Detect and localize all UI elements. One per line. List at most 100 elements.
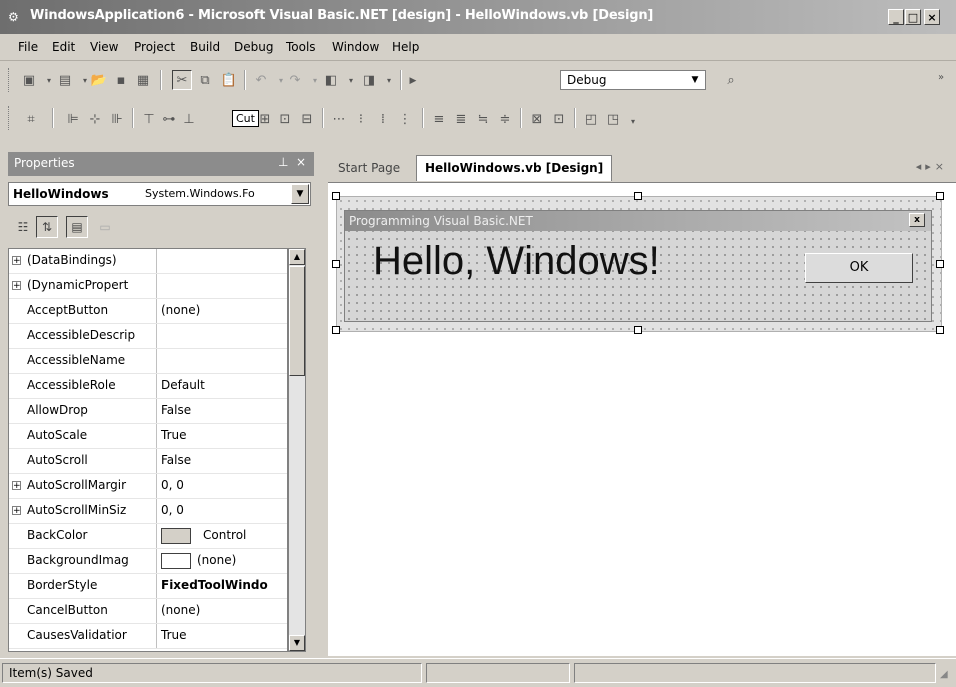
resize-handle[interactable]: [634, 326, 642, 334]
bring-to-front-icon[interactable]: ◰: [582, 110, 600, 128]
vertical-spacing-icon[interactable]: ≡: [430, 110, 448, 128]
form-close-button[interactable]: x: [909, 213, 925, 227]
menu-edit[interactable]: Edit: [52, 40, 75, 54]
resize-handle[interactable]: [936, 260, 944, 268]
properties-icon[interactable]: ▤: [66, 216, 88, 238]
property-value-cell[interactable]: (none): [156, 299, 287, 324]
save-all-icon[interactable]: ▦: [134, 71, 152, 89]
alphabetical-icon[interactable]: ⇅: [36, 216, 58, 238]
make-horizontal-spacing-equal-icon[interactable]: ⋯: [330, 110, 348, 128]
resize-handle[interactable]: [332, 260, 340, 268]
ok-button[interactable]: OK: [805, 253, 913, 283]
property-grid-scrollbar[interactable]: ▲ ▼: [288, 248, 306, 652]
send-to-back-icon[interactable]: ◳: [604, 110, 622, 128]
property-row[interactable]: AutoScroll False: [9, 449, 287, 474]
property-value-cell[interactable]: Default: [156, 374, 287, 399]
align-to-grid-icon[interactable]: ⌗: [22, 110, 40, 128]
property-value-cell[interactable]: True: [156, 624, 287, 649]
property-value-cell[interactable]: False: [156, 399, 287, 424]
minimize-button[interactable]: _: [888, 9, 904, 25]
property-value-cell[interactable]: False: [156, 449, 287, 474]
center-vertically-icon[interactable]: ⊡: [550, 110, 568, 128]
property-row[interactable]: AccessibleRole Default: [9, 374, 287, 399]
align-lefts-icon[interactable]: ⊫: [64, 110, 82, 128]
dropdown-arrow-icon[interactable]: ▾: [342, 71, 360, 89]
property-row[interactable]: AutoScale True: [9, 424, 287, 449]
property-value-cell[interactable]: 0, 0: [156, 499, 287, 524]
object-selector[interactable]: HelloWindows System.Windows.Fo ▼: [8, 182, 311, 206]
categorized-icon[interactable]: ☷: [12, 216, 34, 238]
expand-icon[interactable]: +: [12, 281, 21, 291]
property-value-cell[interactable]: FixedToolWindo: [156, 574, 287, 599]
decrease-horizontal-spacing-icon[interactable]: ⁞: [374, 110, 392, 128]
tab-navigation-icons[interactable]: ◂▸×: [916, 160, 948, 173]
menu-view[interactable]: View: [90, 40, 118, 54]
property-row[interactable]: BackgroundImag (none): [9, 549, 287, 574]
align-bottoms-icon[interactable]: ⊥: [180, 110, 198, 128]
property-value-cell[interactable]: 0, 0: [156, 474, 287, 499]
pin-icon[interactable]: ⊥: [278, 155, 288, 169]
property-row[interactable]: + AutoScrollMinSiz 0, 0: [9, 499, 287, 524]
increase-horizontal-spacing-icon[interactable]: ⁝: [352, 110, 370, 128]
property-value-cell[interactable]: [156, 249, 287, 274]
toolbar-grip[interactable]: [8, 106, 12, 130]
close-button[interactable]: ×: [924, 9, 940, 25]
align-centers-icon[interactable]: ⊹: [86, 110, 104, 128]
expand-icon[interactable]: +: [12, 256, 21, 266]
property-value-cell[interactable]: (none): [156, 599, 287, 624]
toolbar-overflow-icon[interactable]: »: [932, 68, 950, 86]
scroll-thumb[interactable]: [289, 266, 305, 376]
horizontal-spacing-icon[interactable]: ⊟: [298, 110, 316, 128]
expand-icon[interactable]: +: [12, 506, 21, 516]
open-file-icon[interactable]: 📂: [90, 71, 108, 89]
add-item-icon[interactable]: ▤: [56, 71, 74, 89]
property-row[interactable]: AccessibleDescrip: [9, 324, 287, 349]
decrease-vertical-spacing-icon[interactable]: ≒: [474, 110, 492, 128]
align-rights-icon[interactable]: ⊪: [108, 110, 126, 128]
solution-config-select[interactable]: Debug ▼: [560, 70, 706, 90]
chevron-down-icon[interactable]: ▼: [687, 72, 703, 88]
property-value-cell[interactable]: [156, 349, 287, 374]
increase-vertical-spacing-icon[interactable]: ≣: [452, 110, 470, 128]
size-to-grid-icon[interactable]: ⊡: [276, 110, 294, 128]
property-row[interactable]: CausesValidatior True: [9, 624, 287, 649]
menu-project[interactable]: Project: [134, 40, 175, 54]
property-row[interactable]: AccessibleName: [9, 349, 287, 374]
resize-handle[interactable]: [634, 192, 642, 200]
scroll-up-icon[interactable]: ▲: [289, 249, 305, 265]
navigate-backward-icon[interactable]: ◧: [322, 71, 340, 89]
property-row[interactable]: AllowDrop False: [9, 399, 287, 424]
events-icon[interactable]: ▭: [94, 216, 116, 238]
menu-help[interactable]: Help: [392, 40, 419, 54]
scroll-down-icon[interactable]: ▼: [289, 635, 305, 651]
start-icon[interactable]: ▶: [404, 72, 422, 90]
menu-build[interactable]: Build: [190, 40, 220, 54]
property-value-cell[interactable]: [156, 274, 287, 299]
new-project-icon[interactable]: ▣: [20, 71, 38, 89]
resize-handle[interactable]: [332, 326, 340, 334]
find-icon[interactable]: ⌕: [722, 71, 740, 89]
cut-icon[interactable]: ✂: [172, 70, 192, 90]
hello-label[interactable]: Hello, Windows!: [373, 239, 660, 284]
menu-debug[interactable]: Debug: [234, 40, 273, 54]
property-value-cell[interactable]: True: [156, 424, 287, 449]
property-row[interactable]: + (DynamicPropert: [9, 274, 287, 299]
resize-handle[interactable]: [936, 192, 944, 200]
redo-icon[interactable]: ↷: [286, 71, 304, 89]
copy-icon[interactable]: ⧉: [196, 71, 214, 89]
property-row[interactable]: + AutoScrollMargir 0, 0: [9, 474, 287, 499]
close-icon[interactable]: ×: [296, 155, 306, 169]
paste-icon[interactable]: 📋: [220, 71, 238, 89]
resize-handle[interactable]: [936, 326, 944, 334]
property-row[interactable]: CancelButton (none): [9, 599, 287, 624]
menu-window[interactable]: Window: [332, 40, 379, 54]
property-row[interactable]: BorderStyle FixedToolWindo: [9, 574, 287, 599]
property-row[interactable]: AcceptButton (none): [9, 299, 287, 324]
property-row[interactable]: BackColor Control: [9, 524, 287, 549]
align-tops-icon[interactable]: ⊤: [140, 110, 158, 128]
remove-horizontal-spacing-icon[interactable]: ⋮: [396, 110, 414, 128]
maximize-button[interactable]: □: [905, 9, 921, 25]
chevron-down-icon[interactable]: ▼: [291, 184, 309, 204]
dropdown-arrow-icon[interactable]: ▾: [624, 112, 642, 130]
tab-start-page[interactable]: Start Page: [338, 161, 400, 175]
